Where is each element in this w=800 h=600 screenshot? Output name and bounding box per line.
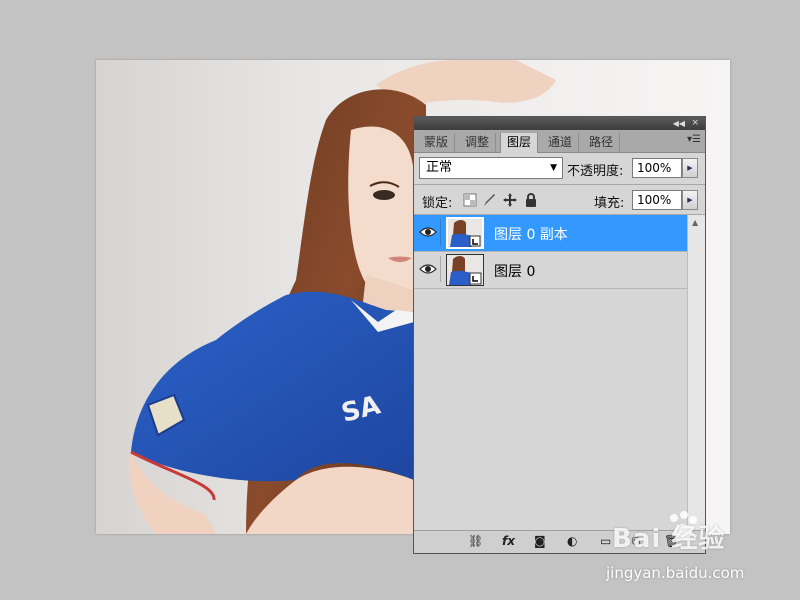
- blend-mode-value: 正常: [426, 160, 453, 175]
- layers-list: 图层 0 副本 图层 0: [414, 215, 687, 531]
- layers-scrollbar[interactable]: ▲: [687, 215, 705, 531]
- blend-mode-select[interactable]: 正常 ▼: [419, 157, 563, 179]
- layer-name[interactable]: 图层 0 副本: [494, 224, 568, 244]
- opacity-input[interactable]: 100%: [632, 158, 682, 178]
- panel-titlebar[interactable]: ◀◀ ×: [414, 117, 705, 130]
- lock-transparent-icon[interactable]: [463, 193, 477, 207]
- mask-icon[interactable]: ◙: [534, 534, 546, 550]
- layer-row-base[interactable]: 图层 0: [414, 252, 687, 289]
- group-folder-icon[interactable]: ▭: [600, 534, 611, 550]
- visibility-toggle[interactable]: [416, 219, 441, 245]
- scroll-up-icon[interactable]: ▲: [692, 218, 698, 227]
- lock-all-padlock-icon[interactable]: [524, 193, 538, 207]
- tab-adjustments[interactable]: 调整: [459, 133, 496, 152]
- tab-paths[interactable]: 路径: [583, 133, 620, 152]
- link-icon[interactable]: ⛓: [468, 534, 483, 550]
- fx-icon[interactable]: fx: [502, 534, 515, 550]
- layer-thumbnail: [446, 217, 484, 249]
- adjustment-icon[interactable]: ◐: [567, 534, 577, 550]
- panel-menu-icon[interactable]: ▾☰: [687, 134, 701, 145]
- layers-panel: ◀◀ × 蒙版 调整 图层 通道 路径 ▾☰ 正常 ▼ 不透明度: 100% ▶…: [413, 116, 706, 554]
- panel-tabs: 蒙版 调整 图层 通道 路径 ▾☰: [414, 130, 705, 153]
- tab-layers[interactable]: 图层: [500, 133, 538, 153]
- lock-label: 锁定:: [422, 196, 453, 211]
- chevron-down-icon: ▼: [550, 163, 557, 173]
- tab-masks[interactable]: 蒙版: [418, 133, 455, 152]
- layer-name[interactable]: 图层 0: [494, 261, 535, 281]
- watermark-logo: Bai 经验: [612, 524, 726, 554]
- lock-position-move-icon[interactable]: [503, 193, 517, 207]
- fill-slider-button[interactable]: ▶: [682, 190, 698, 210]
- visibility-toggle[interactable]: [416, 256, 441, 282]
- tab-channels[interactable]: 通道: [542, 133, 579, 152]
- layer-row-copy[interactable]: 图层 0 副本: [414, 215, 687, 252]
- eye-icon: [419, 227, 437, 237]
- watermark-url: jingyan.baidu.com: [606, 564, 745, 582]
- opacity-label: 不透明度:: [567, 164, 624, 179]
- close-icon[interactable]: ×: [691, 118, 699, 129]
- divider: [414, 184, 705, 185]
- fill-label: 填充:: [594, 196, 625, 211]
- fill-input[interactable]: 100%: [632, 190, 682, 210]
- lock-image-brush-icon[interactable]: [482, 193, 496, 207]
- opacity-slider-button[interactable]: ▶: [682, 158, 698, 178]
- collapse-icon[interactable]: ◀◀: [673, 118, 685, 129]
- layer-thumbnail: [446, 254, 484, 286]
- eye-icon: [419, 264, 437, 274]
